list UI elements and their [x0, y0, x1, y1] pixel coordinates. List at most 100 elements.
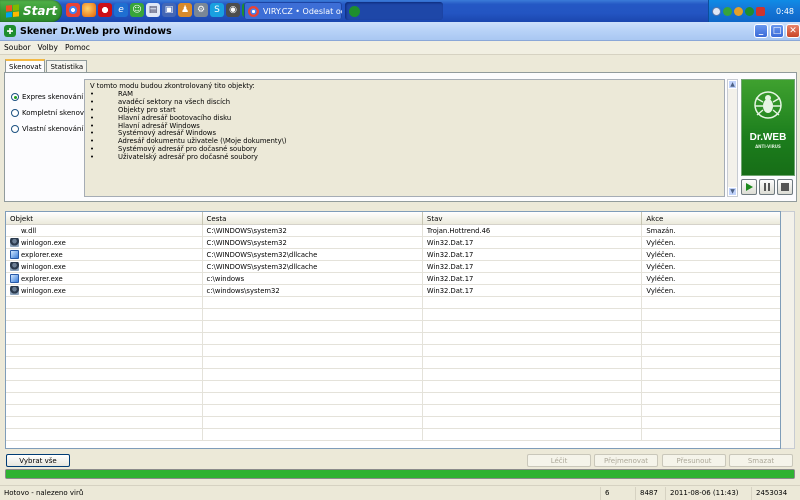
messenger-icon[interactable] [723, 6, 732, 16]
spider-logo-icon [754, 91, 782, 119]
move-button[interactable]: Přesunout [662, 454, 726, 467]
clock[interactable]: 0:48 [776, 7, 794, 16]
empty-cell [203, 429, 423, 440]
opera-icon[interactable] [98, 3, 112, 17]
table-row[interactable]: winlogon.exe C:\WINDOWS\system32\dllcache… [6, 261, 780, 273]
empty-cell [423, 333, 643, 344]
scan-mode-express[interactable]: Expres skenování [11, 89, 95, 105]
empty-table-row [6, 357, 780, 369]
column-header-action[interactable]: Akce [642, 212, 780, 225]
minimize-button[interactable]: _ [754, 24, 768, 38]
empty-cell [423, 381, 643, 392]
table-row[interactable]: winlogon.exe C:\WINDOWS\system32 Win32.Dat… [6, 237, 780, 249]
start-button[interactable]: Start [0, 0, 62, 22]
path-text: c:\windows [206, 274, 245, 283]
firefox-icon[interactable] [82, 3, 96, 17]
table-row[interactable]: winlogon.exe c:\windows\system32 Win32.Dat… [6, 285, 780, 297]
close-button[interactable]: ✕ [786, 24, 800, 38]
column-header-status[interactable]: Stav [423, 212, 643, 225]
back-icon[interactable] [712, 6, 721, 16]
media-icon[interactable]: ◉ [226, 3, 240, 17]
messenger-icon[interactable]: ☺ [130, 3, 144, 17]
menu-volby[interactable]: Volby [38, 43, 58, 52]
object-text: winlogon.exe [21, 286, 66, 295]
taskbar-item-drweb[interactable] [345, 2, 443, 20]
table-row[interactable]: explorer.exe C:\WINDOWS\system32\dllcache… [6, 249, 780, 261]
path-text: C:\WINDOWS\system32\dllcache [206, 250, 318, 259]
quick-launch-bar: e ☺ ▤ ▣ ♟ ⚙ S ◉ ✚ [66, 3, 256, 17]
empty-cell [642, 369, 780, 380]
taskbar-item-browser[interactable]: VIRY.CZ • Odeslat od... [244, 2, 342, 20]
ie-icon[interactable]: e [114, 3, 128, 17]
object-text: explorer.exe [21, 250, 63, 259]
tab-scan[interactable]: Skenovat [5, 59, 46, 72]
tab-statistics[interactable]: Statistika [46, 60, 88, 72]
cell-object: explorer.exe [6, 273, 203, 284]
empty-cell [423, 297, 643, 308]
save-icon[interactable]: ▣ [162, 3, 176, 17]
empty-cell [423, 417, 643, 428]
empty-cell [203, 393, 423, 404]
start-label: Start [23, 4, 58, 18]
empty-cell [203, 309, 423, 320]
description-scrollbar[interactable]: ▲ ▼ [727, 79, 738, 197]
empty-cell [642, 357, 780, 368]
people-icon[interactable] [734, 6, 743, 16]
rename-button[interactable]: Přejmenovat [594, 454, 658, 467]
column-header-object[interactable]: Objekt [6, 212, 203, 225]
start-scan-button[interactable] [741, 179, 757, 195]
antivirus-icon[interactable] [745, 6, 754, 16]
delete-button[interactable]: Smazat [729, 454, 793, 467]
status-virus-count: 6 [600, 486, 635, 500]
scroll-up-icon[interactable]: ▲ [728, 80, 737, 89]
results-table[interactable]: Objekt Cesta Stav Akce w.dll C:\WINDOWS\s… [5, 211, 781, 449]
maximize-button[interactable]: □ [770, 24, 784, 38]
chrome-icon[interactable] [66, 3, 80, 17]
empty-cell [6, 357, 203, 368]
cure-button[interactable]: Léčit [527, 454, 591, 467]
cell-object: explorer.exe [6, 249, 203, 260]
select-all-button[interactable]: Vybrat vše [6, 454, 70, 467]
empty-cell [642, 333, 780, 344]
people-icon[interactable]: ♟ [178, 3, 192, 17]
security-icon[interactable] [756, 6, 765, 16]
scan-mode-complete[interactable]: Kompletní skenování [11, 105, 95, 121]
radio-button[interactable] [11, 125, 19, 133]
scroll-down-icon[interactable]: ▼ [728, 187, 737, 196]
status-datetime: 2011-08-06 (11:43) [665, 486, 751, 500]
chrome-icon [248, 5, 259, 17]
winlogon-icon [10, 286, 19, 295]
column-header-path[interactable]: Cesta [203, 212, 423, 225]
menu-pomoc[interactable]: Pomoc [65, 43, 90, 52]
empty-cell [642, 345, 780, 356]
window-titlebar[interactable]: ✚ Skener Dr.Web pro Windows _ □ ✕ [0, 22, 800, 41]
radio-button[interactable] [11, 109, 19, 117]
skype-icon[interactable]: S [210, 3, 224, 17]
table-scrollbar[interactable] [781, 211, 795, 449]
table-header: Objekt Cesta Stav Akce [6, 212, 780, 225]
radio-button-selected[interactable] [11, 93, 19, 101]
cell-path: C:\WINDOWS\system32\dllcache [203, 249, 423, 260]
empty-cell [423, 321, 643, 332]
document-icon[interactable]: ▤ [146, 3, 160, 17]
table-row[interactable]: explorer.exe c:\windows Win32.Dat.17 Vyléče… [6, 273, 780, 285]
cell-object: winlogon.exe [6, 261, 203, 272]
empty-table-row [6, 429, 780, 441]
action-text: Vyléčen. [646, 250, 676, 259]
empty-table-row [6, 417, 780, 429]
cell-status: Win32.Dat.17 [423, 285, 643, 296]
stop-scan-button[interactable] [777, 179, 793, 195]
system-tray: 0:48 [708, 0, 800, 22]
cell-status: Win32.Dat.17 [423, 261, 643, 272]
empty-table-row [6, 297, 780, 309]
empty-cell [642, 405, 780, 416]
table-row[interactable]: w.dll C:\WINDOWS\system32 Trojan.Hottrend.… [6, 225, 780, 237]
empty-cell [423, 429, 643, 440]
menu-soubor[interactable]: Soubor [4, 43, 31, 52]
empty-table-row [6, 345, 780, 357]
pause-scan-button[interactable] [759, 179, 775, 195]
settings-icon[interactable]: ⚙ [194, 3, 208, 17]
empty-cell [642, 429, 780, 440]
scan-mode-custom[interactable]: Vlastní skenování [11, 121, 95, 137]
path-text: C:\WINDOWS\system32\dllcache [206, 262, 318, 271]
